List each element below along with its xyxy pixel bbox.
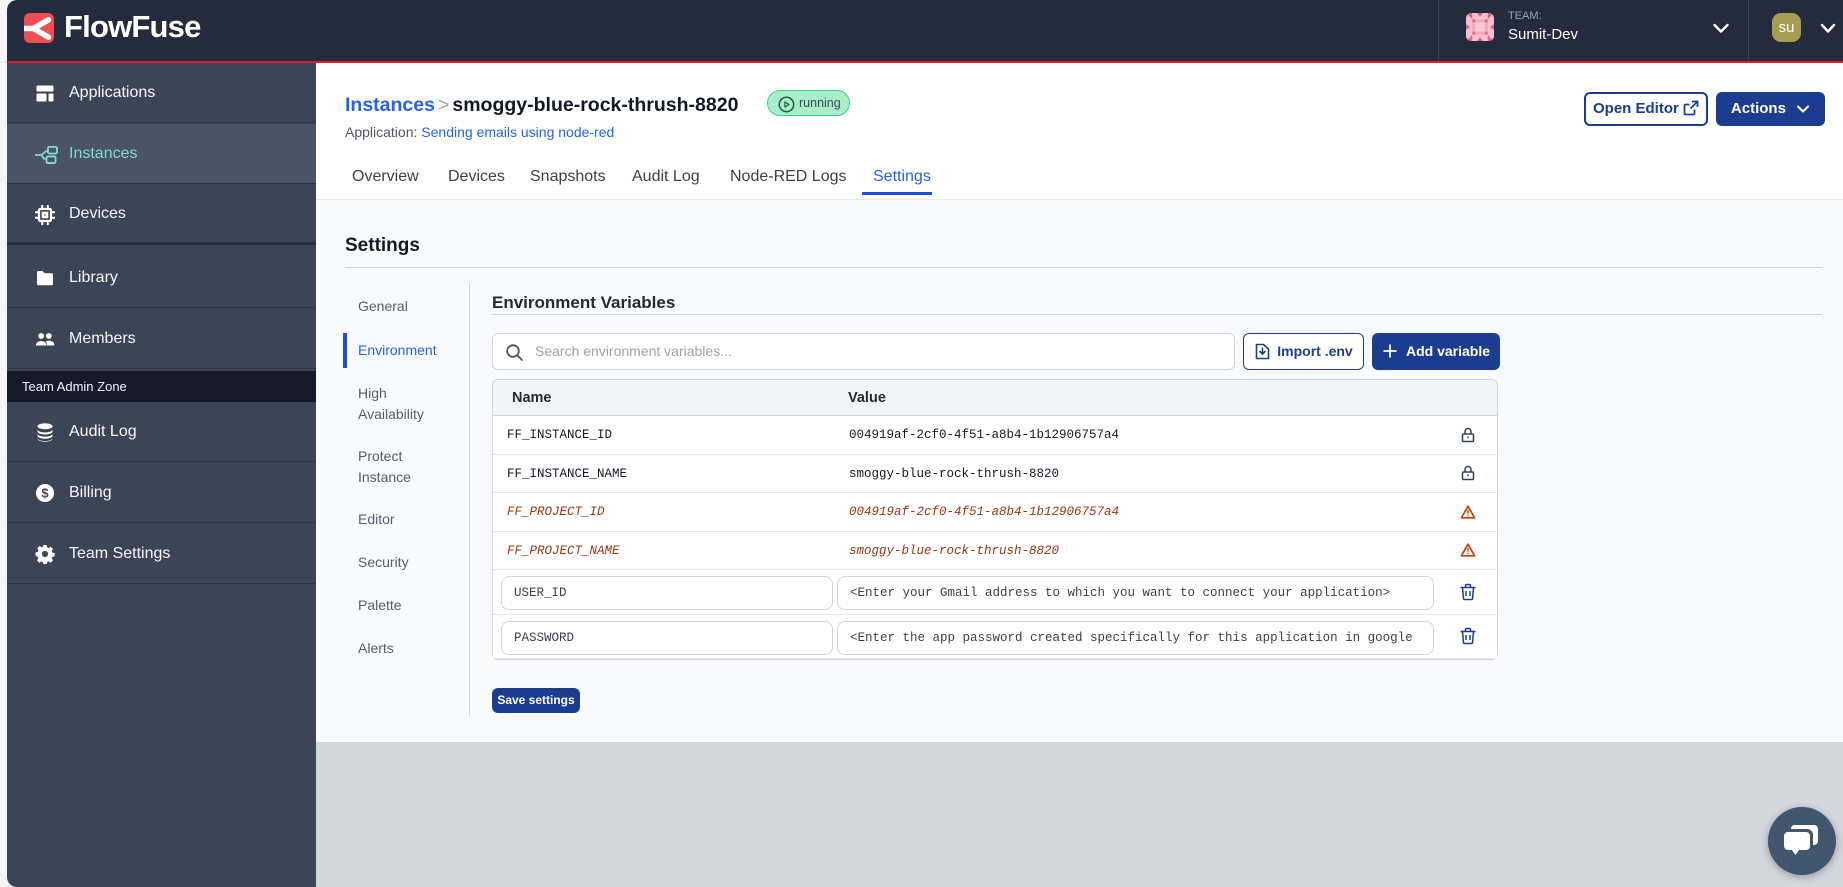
svg-text:$: $ bbox=[41, 485, 49, 500]
